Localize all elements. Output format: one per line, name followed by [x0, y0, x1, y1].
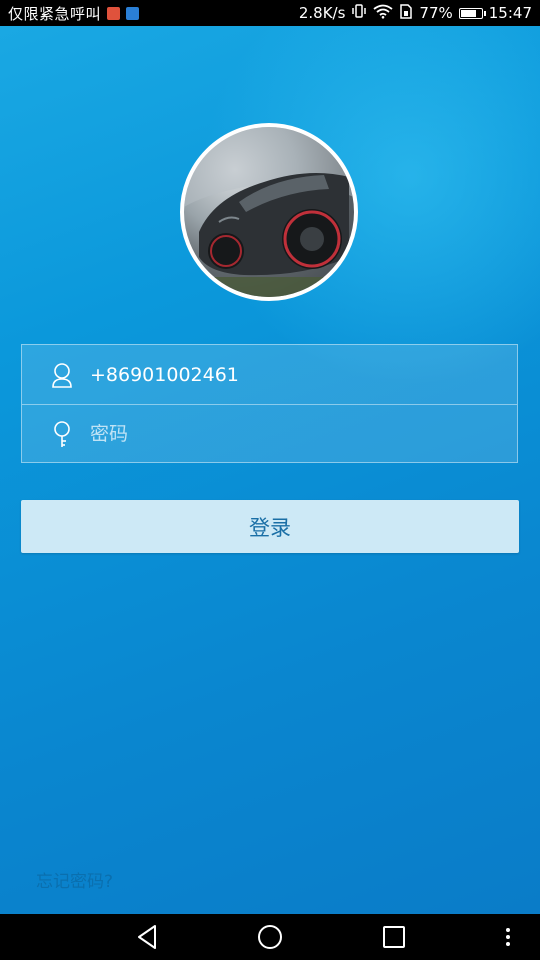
menu-icon[interactable]	[496, 923, 520, 951]
login-button[interactable]: 登录	[21, 500, 519, 553]
password-row	[22, 404, 517, 463]
notification-app-icon	[107, 6, 121, 20]
forgot-password-link[interactable]: 忘记密码?	[36, 867, 113, 892]
phone-input[interactable]	[90, 363, 517, 386]
login-panel: 登录 忘记密码?	[0, 26, 540, 914]
phone-row	[22, 345, 517, 405]
battery-percent: 77%	[419, 4, 453, 22]
sim-icon	[399, 3, 413, 23]
user-icon	[50, 361, 74, 389]
recents-icon[interactable]	[380, 923, 408, 951]
status-bar: 仅限紧急呼叫 2.8K/s 77% 15:47	[0, 0, 540, 26]
wifi-icon	[373, 4, 393, 23]
home-icon[interactable]	[256, 923, 284, 951]
car-photo	[184, 127, 354, 297]
password-input[interactable]	[90, 422, 517, 445]
vibrate-icon	[351, 4, 367, 22]
clock: 15:47	[488, 4, 532, 22]
notification-app-icon	[126, 6, 140, 20]
net-speed: 2.8K/s	[298, 4, 346, 22]
carrier-label: 仅限紧急呼叫	[8, 4, 102, 23]
avatar[interactable]	[180, 123, 358, 301]
navigation-bar	[0, 914, 540, 960]
login-screen: 仅限紧急呼叫 2.8K/s 77% 15:47 +86901002461 登录 …	[0, 0, 540, 960]
key-icon	[50, 420, 74, 448]
login-form	[21, 344, 518, 463]
back-icon[interactable]	[134, 923, 162, 951]
battery-icon	[458, 7, 486, 19]
